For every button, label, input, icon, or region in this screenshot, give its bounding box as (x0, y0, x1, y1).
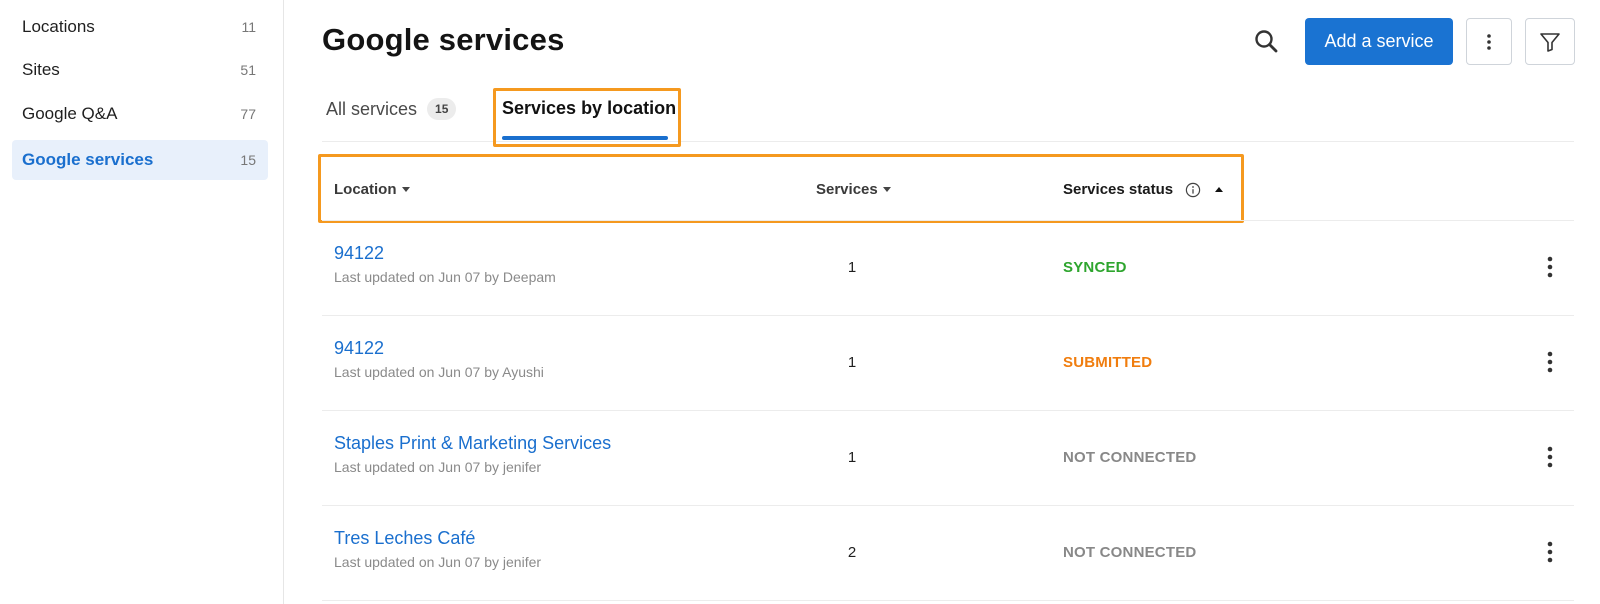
column-header-status[interactable]: Services status (1063, 181, 1224, 198)
more-vertical-icon (1547, 351, 1553, 373)
column-header-label: Services (816, 181, 878, 198)
location-link[interactable]: 94122 (334, 338, 384, 359)
last-updated-text: Last updated on Jun 07 by jenifer (334, 459, 542, 475)
sidebar: Locations 11 Sites 51 Google Q&A 77 Goog… (0, 0, 284, 604)
active-tab-indicator (502, 136, 668, 140)
table-row: Staples Print & Marketing Services Last … (322, 411, 1574, 506)
row-more-button[interactable] (1538, 538, 1562, 566)
filter-icon (1540, 32, 1560, 52)
more-vertical-icon (1547, 446, 1553, 468)
row-more-button[interactable] (1538, 253, 1562, 281)
search-icon (1255, 30, 1278, 53)
filter-button[interactable] (1525, 18, 1575, 65)
more-vertical-icon (1547, 256, 1553, 278)
table-row: Tres Leches Café Last updated on Jun 07 … (322, 506, 1574, 601)
status-badge: SYNCED (1063, 259, 1127, 276)
location-link[interactable]: 94122 (334, 243, 384, 264)
last-updated-text: Last updated on Jun 07 by Ayushi (334, 364, 544, 380)
more-options-button[interactable] (1466, 18, 1512, 65)
add-service-button[interactable]: Add a service (1305, 18, 1453, 65)
sidebar-item-label: Locations (22, 17, 95, 36)
column-header-services[interactable]: Services (816, 181, 891, 198)
sidebar-item-google-services[interactable]: Google services 15 (12, 140, 268, 180)
sidebar-item-count: 77 (240, 106, 256, 122)
tab-count-badge: 15 (427, 98, 457, 120)
status-badge: SUBMITTED (1063, 354, 1153, 371)
caret-down-icon (401, 187, 410, 192)
column-header-label: Location (334, 181, 397, 198)
table-row: 94122 Last updated on Jun 07 by Deepam 1… (322, 221, 1574, 316)
tab-all-services[interactable]: All services 15 (326, 98, 457, 120)
caret-up-icon (1215, 187, 1224, 192)
location-link[interactable]: Staples Print & Marketing Services (334, 433, 611, 454)
sidebar-item-google-qa[interactable]: Google Q&A 77 (12, 94, 268, 134)
more-vertical-icon (1547, 541, 1553, 563)
services-count: 1 (847, 259, 857, 276)
services-count: 1 (847, 354, 857, 371)
page-title: Google services (322, 22, 565, 57)
sidebar-item-count: 51 (240, 62, 256, 78)
sidebar-item-count: 11 (241, 19, 256, 35)
column-header-location[interactable]: Location (334, 181, 410, 198)
last-updated-text: Last updated on Jun 07 by Deepam (334, 269, 556, 285)
tab-services-by-location[interactable]: Services by location (502, 98, 676, 119)
row-more-button[interactable] (1538, 443, 1562, 471)
divider (322, 141, 1574, 142)
last-updated-text: Last updated on Jun 07 by jenifer (334, 554, 542, 570)
status-badge: NOT CONNECTED (1063, 544, 1197, 561)
column-header-label: Services status (1063, 181, 1174, 198)
status-badge: NOT CONNECTED (1063, 449, 1197, 466)
location-link[interactable]: Tres Leches Café (334, 528, 475, 549)
sidebar-item-locations[interactable]: Locations 11 (12, 7, 268, 47)
sidebar-item-count: 15 (240, 152, 256, 168)
sidebar-item-label: Google services (22, 150, 154, 169)
info-icon[interactable] (1185, 182, 1201, 198)
search-button[interactable] (1251, 26, 1283, 58)
more-vertical-icon (1487, 33, 1491, 50)
tab-label: All services (326, 98, 418, 119)
sidebar-item-label: Sites (22, 60, 60, 79)
tab-label: Services by location (502, 98, 677, 118)
table-row: 94122 Last updated on Jun 07 by Ayushi 1… (322, 316, 1574, 411)
sidebar-item-sites[interactable]: Sites 51 (12, 50, 268, 90)
services-count: 1 (847, 449, 857, 466)
sidebar-item-label: Google Q&A (22, 104, 118, 123)
services-count: 2 (847, 544, 857, 561)
row-more-button[interactable] (1538, 348, 1562, 376)
caret-down-icon (882, 187, 891, 192)
